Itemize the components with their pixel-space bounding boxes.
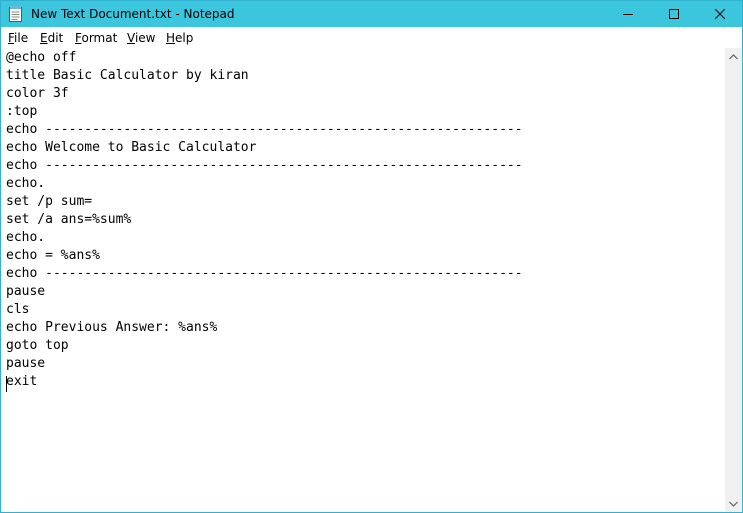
editor-line: echo = %ans% <box>6 248 100 263</box>
editor-line: echo -----------------------------------… <box>6 122 523 137</box>
scroll-down-button[interactable] <box>725 495 742 512</box>
close-icon <box>715 9 725 19</box>
menu-help[interactable]: Help <box>166 31 193 45</box>
editor-line: echo Welcome to Basic Calculator <box>6 140 257 155</box>
editor-line: exit <box>6 374 38 389</box>
menu-file[interactable]: File <box>8 31 28 45</box>
chevron-down-icon <box>729 501 738 507</box>
maximize-button[interactable] <box>651 1 697 27</box>
vertical-scrollbar[interactable] <box>725 48 742 512</box>
editor-line: set /p sum= <box>6 194 93 209</box>
editor-line: :top <box>6 104 38 119</box>
chevron-up-icon <box>729 53 738 59</box>
menu-bar: File Edit Format View Help <box>1 27 742 48</box>
scroll-up-button[interactable] <box>725 48 742 65</box>
text-editor[interactable]: @echo off title Basic Calculator by kira… <box>1 48 725 512</box>
menu-edit[interactable]: Edit <box>40 31 63 45</box>
editor-line: echo -----------------------------------… <box>6 158 523 173</box>
menu-view[interactable]: View <box>127 31 155 45</box>
menu-format[interactable]: Format <box>75 31 117 45</box>
window-title: New Text Document.txt - Notepad <box>31 7 235 21</box>
editor-line: pause <box>6 284 46 299</box>
editor-line: title Basic Calculator by kiran <box>6 68 249 83</box>
notepad-window: New Text Document.txt - Notepad File Edi… <box>0 0 743 513</box>
editor-line: echo Previous Answer: %ans% <box>6 320 218 335</box>
editor-line: echo. <box>6 230 46 245</box>
editor-line: color 3f <box>6 86 69 101</box>
title-bar[interactable]: New Text Document.txt - Notepad <box>1 1 742 27</box>
editor-line: @echo off <box>6 50 77 65</box>
editor-line: cls <box>6 302 30 317</box>
editor-line: echo. <box>6 176 46 191</box>
editor-line: pause <box>6 356 46 371</box>
minimize-button[interactable] <box>605 1 651 27</box>
maximize-icon <box>669 9 679 19</box>
minimize-icon <box>623 14 633 15</box>
editor-line: goto top <box>6 338 69 353</box>
close-button[interactable] <box>697 1 743 27</box>
editor-line: set /a ans=%sum% <box>6 212 132 227</box>
notepad-icon[interactable] <box>9 6 22 22</box>
text-caret <box>6 376 7 392</box>
editor-line: echo -----------------------------------… <box>6 266 523 281</box>
